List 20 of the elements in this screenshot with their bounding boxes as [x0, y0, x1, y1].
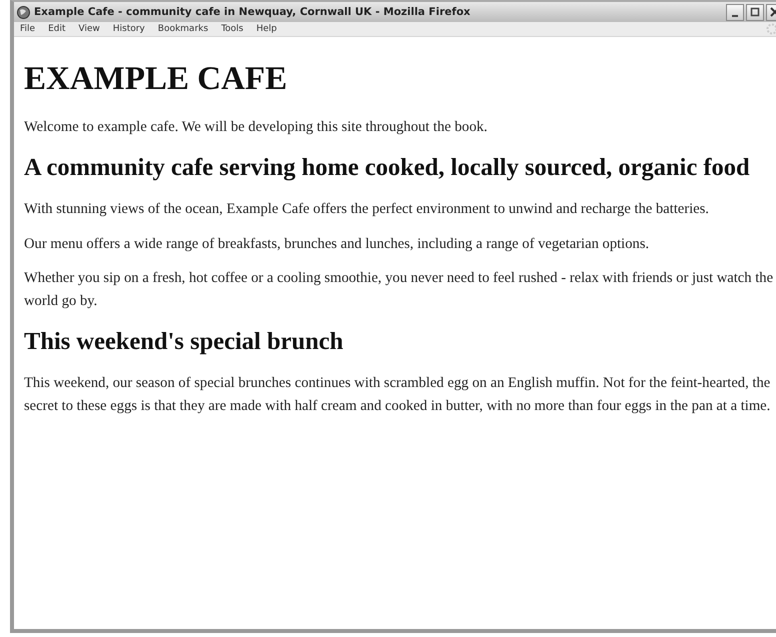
menu-item[interactable]: File: [20, 24, 36, 34]
paragraph: Welcome to example cafe. We will be developing this site throughout the book.: [24, 118, 488, 137]
page-heading: EXAMPLE CAFE: [24, 61, 288, 98]
menu-item[interactable]: Tools: [221, 24, 244, 34]
minimize-icon: [732, 14, 738, 16]
menu-item[interactable]: Help: [256, 24, 277, 34]
menu-item[interactable]: Edit: [48, 24, 66, 34]
window-title: Example Cafe - community cafe in Newquay, Cornwall UK - Mozilla Firefox: [34, 6, 470, 18]
section-heading: A community cafe serving home cooked, locally sourced, organic food: [24, 152, 751, 183]
menu-item[interactable]: View: [78, 24, 100, 34]
paragraph: This weekend, our season of special brunches continues with scrambled egg on an English muffin. Not for the feint-hearted, the secret to these eggs is that they are made with half cream and cooked in butter, with no more than four eggs in the pan at a time.: [24, 374, 772, 416]
maximize-icon: [750, 7, 760, 17]
section-heading: This weekend's special brunch: [24, 326, 344, 357]
paragraph: Our menu offers a wide range of breakfasts, brunches and lunches, including a range of vegetarian options.: [24, 234, 650, 254]
menu-item[interactable]: History: [112, 24, 145, 34]
minimize-button[interactable]: [726, 4, 744, 20]
menu-item[interactable]: Bookmarks: [158, 24, 208, 34]
paragraph: With stunning views of the ocean, Example Cafe offers the perfect environment to unwind and recharge the batteries.: [24, 200, 710, 220]
maximize-button[interactable]: [746, 4, 764, 20]
paragraph: Whether you sip on a fresh, hot coffee or a cooling smoothie, you never need to feel rushed - relax with friends or just watch the world go by.: [24, 269, 774, 312]
